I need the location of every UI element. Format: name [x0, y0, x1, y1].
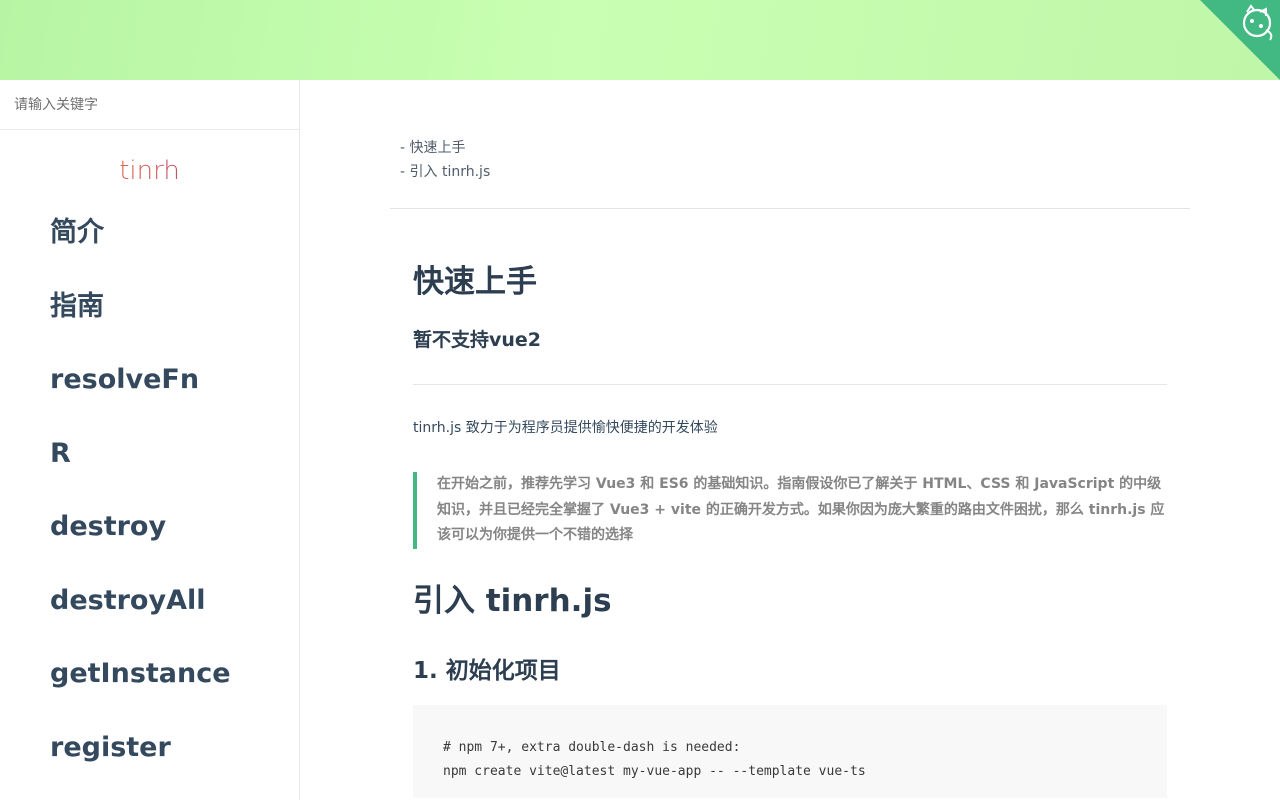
sidebar-item-destroy[interactable]: destroy — [0, 490, 299, 564]
sidebar-item-intro[interactable]: 简介 — [0, 196, 299, 270]
step-heading-init: 1. 初始化项目 — [413, 657, 561, 684]
app-name-logo[interactable]: tinrh — [0, 156, 299, 186]
toc-item: - 引入 tinrh.js — [400, 164, 491, 180]
toc-link-import[interactable]: 引入 tinrh.js — [410, 164, 491, 180]
sidebar-item-destroyall[interactable]: destroyAll — [0, 564, 299, 638]
sidebar-item-resolvefn[interactable]: resolveFn — [0, 343, 299, 417]
sidebar-nav: 简介 指南 resolveFn R destroy destroyAll get… — [0, 196, 299, 784]
sidebar-item-guide[interactable]: 指南 — [0, 270, 299, 344]
prerequisite-note: 在开始之前，推荐先学习 Vue3 和 ES6 的基础知识。指南假设你已了解关于 … — [413, 472, 1167, 549]
top-header-bar — [0, 0, 1280, 80]
code-line: npm create vite@latest my-vue-app -- --t… — [443, 763, 866, 779]
code-line: # npm 7+, extra double-dash is needed: — [443, 739, 741, 755]
search-box — [0, 80, 299, 130]
sidebar: tinrh 简介 指南 resolveFn R destroy destroyA… — [0, 80, 300, 800]
page-title: 快速上手 — [413, 264, 537, 300]
toc-divider — [390, 208, 1190, 209]
page-subtitle: 暂不支持vue2 — [413, 329, 542, 351]
divider — [413, 384, 1167, 385]
github-corner-link[interactable] — [1200, 0, 1280, 80]
github-cat-icon — [1200, 0, 1280, 80]
section-heading-import: 引入 tinrh.js — [413, 582, 612, 619]
search-input[interactable] — [14, 96, 285, 113]
toc-link-quickstart[interactable]: 快速上手 — [410, 140, 466, 156]
article: 快速上手 暂不支持vue2 tinrh.js 致力于为程序员提供愉快便捷的开发体… — [413, 260, 1167, 798]
code-block[interactable]: # npm 7+, extra double-dash is needed: n… — [413, 704, 1167, 798]
intro-paragraph: tinrh.js 致力于为程序员提供愉快便捷的开发体验 — [413, 420, 718, 436]
table-of-contents: - 快速上手 - 引入 tinrh.js — [400, 136, 490, 184]
main-content: - 快速上手 - 引入 tinrh.js 快速上手 暂不支持vue2 tinrh… — [300, 80, 1280, 800]
sidebar-item-register[interactable]: register — [0, 711, 299, 785]
sidebar-item-r[interactable]: R — [0, 417, 299, 491]
toc-item: - 快速上手 — [400, 140, 466, 156]
sidebar-item-getinstance[interactable]: getInstance — [0, 637, 299, 711]
